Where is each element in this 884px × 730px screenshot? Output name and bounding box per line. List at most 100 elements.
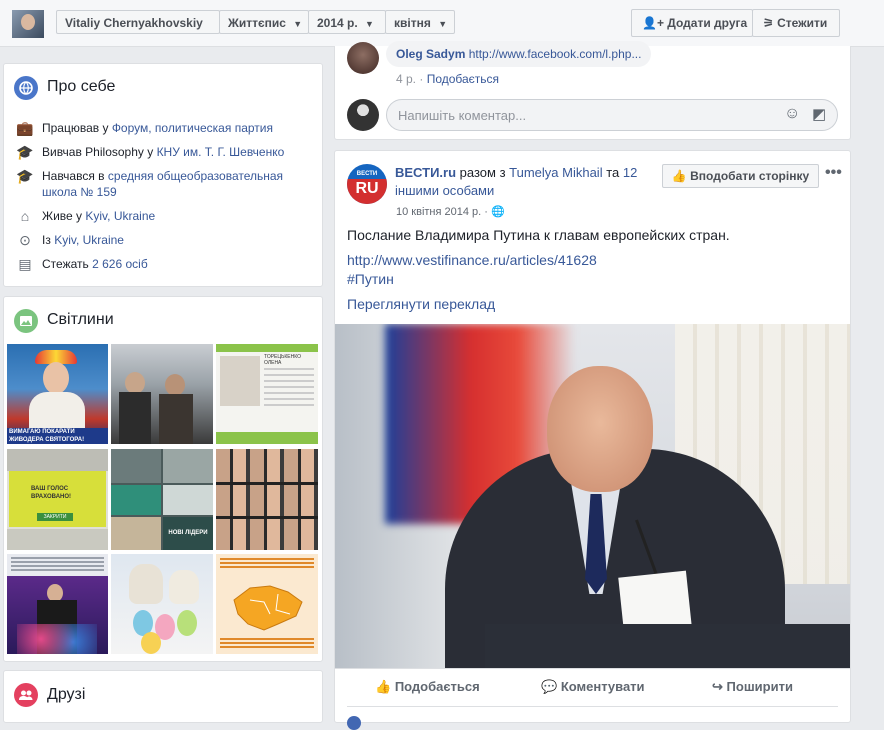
comment-like-link[interactable]: Подобається — [427, 72, 499, 86]
profile-name-crumb[interactable]: Vitaliy Chernyakhovskiy — [56, 10, 220, 34]
followers-prefix: Стежать — [42, 257, 89, 271]
profile-avatar[interactable] — [12, 10, 44, 38]
comment-label: Коментувати — [560, 679, 645, 694]
divider — [335, 668, 850, 669]
grid-line — [216, 482, 318, 485]
photo-thumbnail[interactable]: ТОРЕЦЬКЕНКО ОЛЕНА — [216, 344, 318, 444]
photo-caption: ВИМАГАЮ ПОКАРАТИ ЖИВОДЕРА СВЯТОГОРА! — [7, 428, 108, 444]
add-friend-button[interactable]: 👤+ Додати друга — [631, 9, 753, 37]
tile-shape — [163, 485, 213, 515]
like-page-button[interactable]: 👍 Вподобати сторінку — [662, 164, 819, 188]
followers-row: ▤ Стежать 2 626 осіб — [16, 256, 316, 272]
about-card: Про себе 💼 Працював у Форум, политическа… — [3, 63, 323, 287]
comment-author[interactable]: Oleg Sadym — [396, 47, 465, 61]
study-link[interactable]: КНУ им. Т. Г. Шевченко — [157, 145, 285, 159]
header-strip — [216, 344, 318, 352]
work-link[interactable]: Форум, политическая партия — [112, 121, 273, 135]
post-date[interactable]: 10 квітня 2014 р. — [396, 206, 481, 218]
photo-thumbnail[interactable] — [7, 554, 108, 654]
comment-bubble: Oleg Sadym http://www.facebook.com/l.php… — [386, 41, 652, 67]
face-shape — [547, 366, 653, 492]
comment-input[interactable]: Напишіть коментар... ☺ ◩ — [386, 99, 838, 131]
like-page-label: Вподобати сторінку — [690, 169, 810, 183]
comment-button[interactable]: 💬 Коментувати — [541, 676, 645, 698]
share-label: Поширити — [726, 679, 793, 694]
globe-icon — [14, 76, 38, 100]
share-button[interactable]: ↪ Поширити — [712, 676, 793, 698]
grid-line — [216, 516, 318, 519]
lives-link[interactable]: Kyiv, Ukraine — [85, 209, 155, 223]
follow-button[interactable]: ⚞ Стежити — [752, 9, 840, 37]
footer-strip — [216, 432, 318, 444]
more-options-icon[interactable]: ••• — [825, 164, 842, 182]
work-row: 💼 Працював у Форум, политическая партия — [16, 120, 316, 136]
post-text: Послание Владимира Путина к главам европ… — [347, 227, 730, 243]
year-dropdown[interactable]: 2014 р. ▼ — [308, 10, 386, 34]
text-lines — [220, 558, 314, 570]
map-pin-icon: ⊙ — [19, 232, 31, 248]
text-lines — [220, 638, 314, 650]
photo-thumbnail[interactable] — [111, 344, 213, 444]
face-shape — [125, 372, 145, 394]
photo-thumbnail[interactable]: ВИМАГАЮ ПОКАРАТИ ЖИВОДЕРА СВЯТОГОРА! — [7, 344, 108, 444]
section-dropdown[interactable]: Життєпис ▼ — [219, 10, 309, 34]
egg-shape — [177, 610, 197, 636]
sticker-icon[interactable]: ◩ — [812, 105, 826, 123]
thumbs-up-icon: 👍 — [375, 679, 392, 694]
person-shape — [159, 394, 193, 444]
profile-name: Vitaliy Chernyakhovskiy — [65, 16, 203, 30]
graduation-cap-icon: 🎓 — [16, 144, 34, 160]
hashtag-link[interactable]: #Путин — [347, 271, 394, 287]
section-label: Життєпис — [228, 16, 286, 30]
chevron-down-icon: ▼ — [438, 19, 448, 29]
and-text: та — [606, 165, 620, 180]
tile-shape — [111, 485, 161, 515]
page-name-link[interactable]: ВЕСТИ.ru — [395, 165, 456, 180]
from-row: ⊙ Із Kyiv, Ukraine — [16, 232, 316, 248]
study-row: 🎓 Вивчав Philosophy у КНУ им. Т. Г. Шевч… — [16, 144, 316, 160]
comment-time[interactable]: 4 р. — [396, 72, 416, 86]
like-button[interactable]: 👍 Подобається — [375, 676, 480, 698]
month-dropdown[interactable]: квітня ▼ — [385, 10, 455, 34]
cake-shape — [169, 570, 199, 604]
tile-shape — [111, 449, 161, 483]
timeline-navigation-bar: Vitaliy Chernyakhovskiy Життєпис ▼ 2014 … — [0, 0, 884, 47]
reactions-icon — [347, 716, 361, 730]
home-icon: ⌂ — [20, 208, 30, 224]
post-photo[interactable] — [335, 324, 850, 668]
photo-caption: ТОРЕЦЬКЕНКО ОЛЕНА — [264, 354, 301, 366]
followers-icon: ▤ — [18, 256, 32, 272]
friends-title: Друзі — [47, 686, 86, 703]
add-friend-label: Додати друга — [667, 16, 748, 30]
footer-strip — [7, 529, 108, 550]
post-date-row: 10 квітня 2014 р. · 🌐 — [396, 206, 505, 218]
page-avatar[interactable]: ВЕСТИ RU — [347, 164, 387, 204]
comment-link[interactable]: http://www.facebook.com/l.php... — [469, 47, 642, 61]
divider — [347, 706, 838, 707]
followers-link[interactable]: 2 626 осіб — [92, 257, 148, 271]
photo-caption: ВАШ ГОЛОС ВРАХОВАНО! — [31, 486, 72, 500]
photo-thumbnail[interactable]: ВАШ ГОЛОС ВРАХОВАНО! ЗАКРИТИ — [7, 449, 108, 550]
commenter-avatar[interactable] — [347, 42, 379, 74]
portrait-shape — [220, 356, 260, 406]
text-lines — [11, 557, 104, 571]
from-link[interactable]: Kyiv, Ukraine — [54, 233, 124, 247]
see-translation-link[interactable]: Переглянути переклад — [347, 296, 495, 312]
with-text: разом з — [459, 165, 506, 180]
briefcase-icon: 💼 — [16, 120, 34, 136]
current-user-avatar — [347, 99, 379, 131]
tile-shape — [163, 449, 213, 483]
emoji-icon[interactable]: ☺ — [784, 105, 800, 123]
photo-thumbnail[interactable] — [216, 449, 318, 550]
tile-shape — [111, 517, 161, 550]
post-url-link[interactable]: http://www.vestifinance.ru/articles/4162… — [347, 252, 597, 268]
chevron-down-icon: ▼ — [365, 19, 374, 29]
ballot-panel: ВАШ ГОЛОС ВРАХОВАНО! ЗАКРИТИ — [9, 471, 106, 527]
tagged-person-link[interactable]: Tumelya Mikhail — [509, 165, 602, 180]
photo-thumbnail[interactable] — [216, 554, 318, 654]
stage-lights — [17, 624, 97, 654]
photo-thumbnail[interactable]: НОВІ ЛІДЕРИ — [111, 449, 213, 550]
chevron-down-icon: ▼ — [293, 19, 303, 29]
comment-icon: 💬 — [541, 679, 558, 694]
photo-thumbnail[interactable] — [111, 554, 213, 654]
